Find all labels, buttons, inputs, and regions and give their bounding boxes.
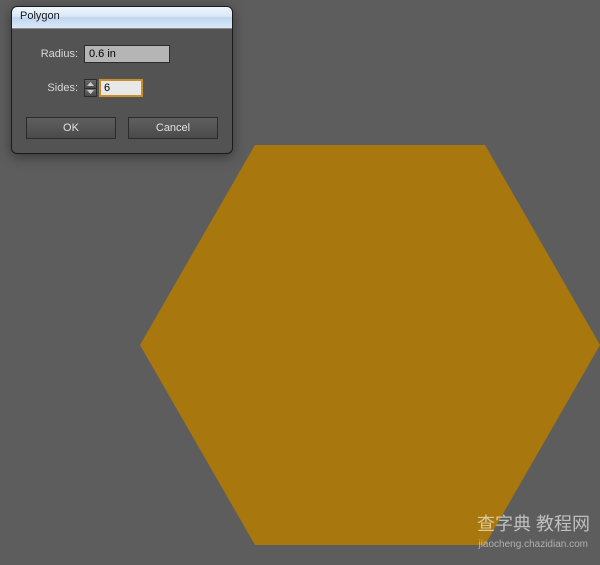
dialog-title: Polygon bbox=[20, 10, 60, 22]
watermark-text: 查字典 教程网 bbox=[477, 510, 590, 536]
dialog-body: Radius: Sides: OK Cancel bbox=[12, 29, 232, 153]
polygon-shape bbox=[140, 145, 600, 565]
radius-row: Radius: bbox=[26, 45, 218, 63]
radius-label: Radius: bbox=[26, 48, 78, 60]
button-row: OK Cancel bbox=[26, 117, 218, 139]
ok-button[interactable]: OK bbox=[26, 117, 116, 139]
sides-stepper bbox=[84, 79, 97, 97]
chevron-down-icon bbox=[87, 90, 94, 94]
dialog-titlebar[interactable]: Polygon bbox=[12, 7, 232, 29]
sides-row: Sides: bbox=[26, 79, 218, 97]
cancel-button[interactable]: Cancel bbox=[128, 117, 218, 139]
sides-input[interactable] bbox=[99, 79, 143, 97]
stepper-up-button[interactable] bbox=[85, 80, 96, 89]
chevron-up-icon bbox=[87, 82, 94, 86]
radius-input[interactable] bbox=[84, 45, 170, 63]
watermark-url: jiaocheng.chazidian.com bbox=[478, 539, 588, 550]
polygon-dialog: Polygon Radius: Sides: OK C bbox=[11, 6, 233, 154]
stepper-down-button[interactable] bbox=[85, 89, 96, 97]
sides-label: Sides: bbox=[26, 82, 78, 94]
